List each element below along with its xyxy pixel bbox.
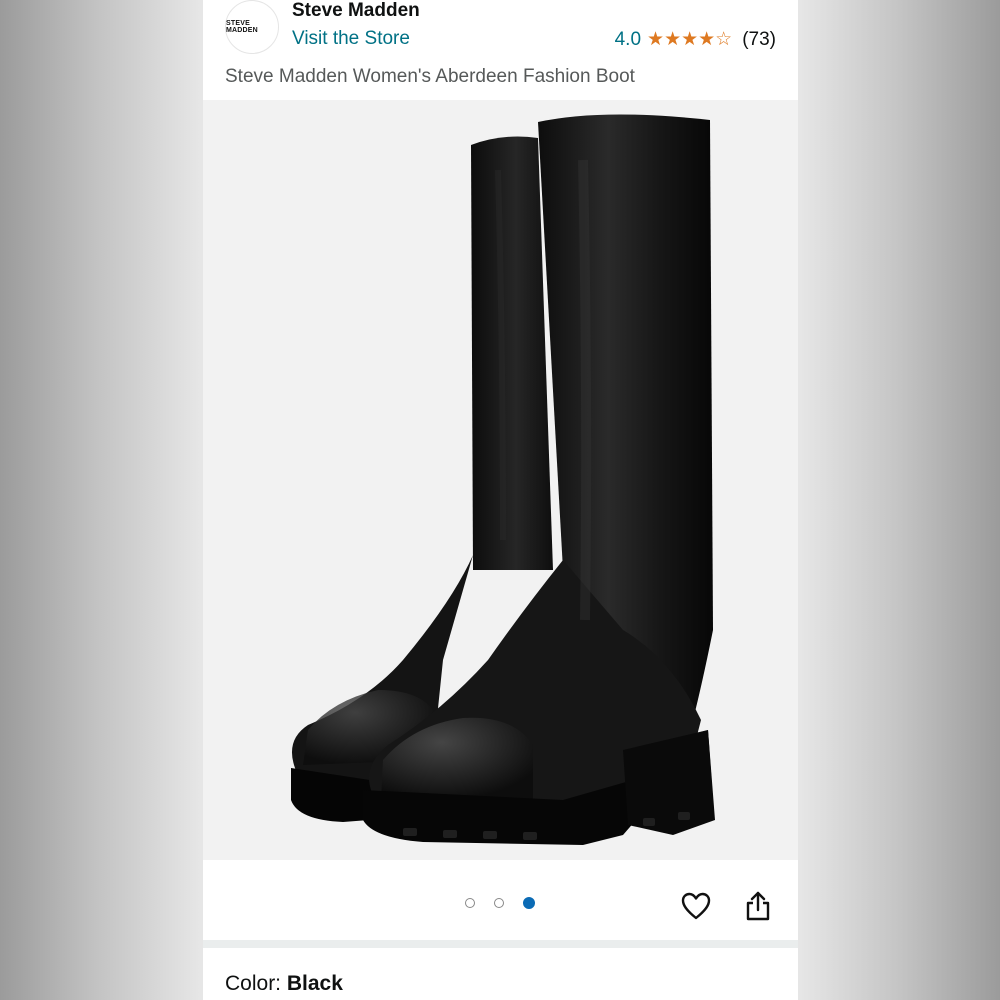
color-selector: Color: Black bbox=[225, 972, 343, 996]
gallery-controls bbox=[203, 860, 798, 940]
product-title: Steve Madden Women's Aberdeen Fashion Bo… bbox=[225, 66, 635, 87]
visit-store-link[interactable]: Visit the Store bbox=[292, 28, 410, 50]
rating-value: 4.0 bbox=[614, 28, 642, 50]
gallery-dot-2[interactable] bbox=[494, 898, 504, 908]
brand-name: Steve Madden bbox=[292, 0, 420, 21]
section-divider bbox=[203, 940, 798, 948]
share-icon[interactable] bbox=[742, 890, 774, 922]
product-page: STEVE MADDEN Steve Madden Visit the Stor… bbox=[203, 0, 798, 1000]
gallery-dot-1[interactable] bbox=[465, 898, 475, 908]
rating[interactable]: 4.0 ★★★★☆ (73) bbox=[615, 28, 776, 51]
brand-logo[interactable]: STEVE MADDEN bbox=[225, 0, 279, 54]
boots-image bbox=[291, 114, 715, 845]
color-label: Color: bbox=[225, 972, 287, 995]
star-rating-icon: ★★★★☆ bbox=[647, 29, 733, 50]
heart-icon[interactable] bbox=[680, 890, 712, 922]
color-value: Black bbox=[286, 972, 343, 995]
gallery-dot-3[interactable] bbox=[523, 897, 535, 909]
product-image[interactable] bbox=[203, 100, 798, 860]
product-header: STEVE MADDEN Steve Madden Visit the Stor… bbox=[203, 0, 798, 100]
review-count[interactable]: (73) bbox=[742, 29, 776, 51]
